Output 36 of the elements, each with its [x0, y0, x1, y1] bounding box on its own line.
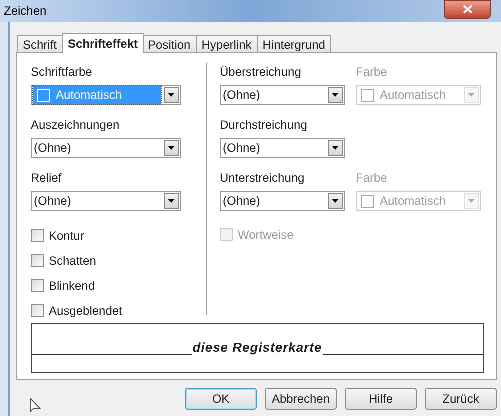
color-dropdown: Automatisch	[356, 85, 481, 105]
close-button[interactable]	[444, 0, 491, 19]
field-label: Durchstreichung	[220, 117, 308, 134]
dropdown[interactable]: (Ohne)	[31, 138, 181, 158]
field-label: Schriftfarbe	[31, 64, 94, 81]
field-label: Farbe	[356, 64, 388, 81]
checkbox[interactable]: Kontur	[31, 223, 206, 248]
tab[interactable]: Schrift	[17, 35, 64, 52]
tab[interactable]: Position	[142, 35, 197, 52]
field-label: Auszeichnungen	[31, 117, 121, 134]
tab[interactable]: Hintergrund	[256, 35, 332, 52]
preview-text: diese Registerkarte	[192, 339, 324, 358]
close-icon	[462, 5, 472, 14]
field-label: Unterstreichung	[220, 170, 306, 187]
window-title: Zeichen	[4, 3, 47, 20]
color-dropdown: Automatisch	[356, 191, 481, 211]
button[interactable]: Hilfe	[345, 388, 417, 410]
dropdown[interactable]: (Ohne)	[220, 191, 345, 211]
tab[interactable]: Hyperlink	[196, 35, 258, 52]
button[interactable]: OK	[185, 388, 257, 410]
dropdown[interactable]: (Ohne)	[220, 85, 345, 105]
color-swatch-icon	[361, 194, 374, 208]
mouse-pointer-icon	[30, 398, 41, 414]
checkbox[interactable]: Blinkend	[31, 273, 206, 298]
dropdown[interactable]: (Ohne)	[220, 138, 345, 158]
color-swatch-icon	[361, 88, 374, 102]
button[interactable]: Zurück	[425, 388, 497, 410]
field-label: Farbe	[356, 170, 388, 187]
checkbox[interactable]: Ausgeblendet	[31, 298, 206, 323]
field-label: Überstreichung	[220, 64, 302, 81]
button[interactable]: Abbrechen	[265, 388, 337, 410]
field-label: Relief	[31, 170, 63, 187]
dropdown[interactable]: (Ohne)	[31, 191, 181, 211]
checkbox[interactable]: Schatten	[31, 248, 206, 273]
tab[interactable]: Schrifteffekt	[62, 33, 144, 53]
color-swatch-icon	[37, 88, 50, 102]
